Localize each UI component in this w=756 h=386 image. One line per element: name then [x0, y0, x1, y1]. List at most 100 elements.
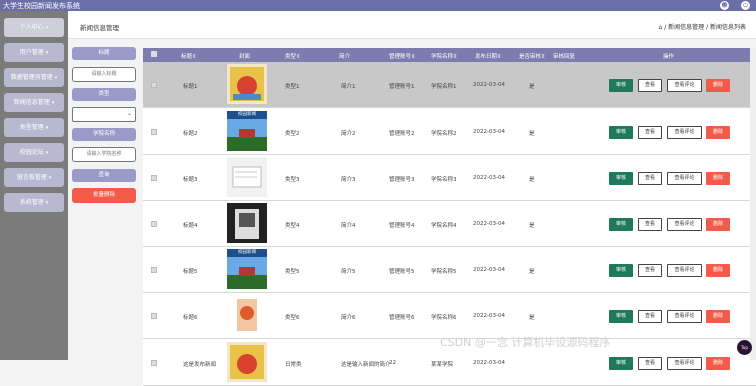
sidebar-item-personal-center[interactable]: 个人中心 ▾: [4, 18, 64, 37]
table-row[interactable]: 标题1 类型1 简介1 管理账号1 学院名称1 2022-03-04 是 审核 查看 查看评论 删除: [143, 62, 756, 108]
view-button[interactable]: 查看: [638, 218, 662, 231]
page-title: 新闻信息管理: [80, 24, 119, 32]
page-header: 新闻信息管理 ⌂ / 新闻信息管理 / 新闻信息列表: [68, 11, 756, 39]
cell-college: 学院名称2: [431, 131, 457, 137]
chevron-down-icon: ▾: [54, 75, 58, 81]
breadcrumb-text[interactable]: / 新闻信息管理 / 新闻信息列表: [664, 24, 746, 31]
audit-button[interactable]: 审核: [609, 218, 633, 231]
cell-college: 学院名称3: [431, 177, 457, 183]
cell-date: 2022-03-04: [473, 175, 505, 181]
cell-date: 2022-03-04: [473, 267, 505, 273]
top-bar: 大学生校园新闻发布系统 ☻ ⏻: [0, 0, 756, 11]
delete-button[interactable]: 删除: [706, 126, 730, 139]
delete-button[interactable]: 删除: [706, 172, 730, 185]
delete-button[interactable]: 删除: [706, 357, 730, 370]
sidebar-item-label: 数据管理员管理: [10, 74, 53, 81]
audit-button[interactable]: 审核: [609, 172, 633, 185]
cell-title: 标题1: [183, 84, 198, 90]
watermark: CSDN @一念 计算机毕设源码程序: [440, 336, 611, 349]
batch-delete-button[interactable]: 批量删除: [72, 188, 136, 203]
row-checkbox[interactable]: [151, 267, 157, 273]
sidebar-item-type-management[interactable]: 类型管理 ▾: [4, 118, 64, 137]
back-to-top-button[interactable]: Top: [737, 340, 752, 355]
cell-intro: 简介3: [341, 177, 356, 183]
row-checkbox[interactable]: [151, 313, 157, 319]
view-button[interactable]: 查看: [638, 172, 662, 185]
col-title[interactable]: 标题⇕: [181, 52, 197, 60]
college-label: 学院名称: [72, 128, 136, 141]
view-comments-button[interactable]: 查看评论: [667, 310, 702, 323]
table-row[interactable]: 标题6 类型6 简介6 管理账号6 学院名称6 2022-03-04 是 审核 查看 查看评论 删除: [143, 293, 756, 339]
view-comments-button[interactable]: 查看评论: [667, 126, 702, 139]
sidebar: 个人中心 ▾ 用户管理 ▾ 数据管理员管理 ▾ 新闻信息管理 ▾ 类型管理 ▾ 校园论坛 ▾…: [0, 11, 68, 360]
audit-button[interactable]: 审核: [609, 310, 633, 323]
sidebar-item-user-management[interactable]: 用户管理 ▾: [4, 43, 64, 62]
cell-type: 类型1: [285, 84, 300, 90]
view-comments-button[interactable]: 查看评论: [667, 357, 702, 370]
title-input[interactable]: 请输入标题: [72, 67, 136, 82]
col-college[interactable]: 学院名称⇕: [431, 52, 458, 60]
cell-audited: 是: [529, 269, 535, 275]
view-comments-button[interactable]: 查看评论: [667, 79, 702, 92]
cell-title: 标题3: [183, 177, 198, 183]
table-header: 标题⇕ 封面 类型⇕ 简介 管理账号⇕ 学院名称⇕ 发布日期⇕ 是否审核⇕ 审核…: [143, 48, 756, 62]
col-type[interactable]: 类型⇕: [285, 52, 301, 60]
view-comments-button[interactable]: 查看评论: [667, 264, 702, 277]
cell-account: 管理账号3: [389, 177, 415, 183]
col-account[interactable]: 管理账号⇕: [389, 52, 416, 60]
table-row[interactable]: 校园新闻 标题2 类型2 简介2 管理账号2 学院名称2 2022-03-04 是 审核 查看 查看…: [143, 109, 756, 155]
audit-button[interactable]: 审核: [609, 126, 633, 139]
cell-account: 管理账号5: [389, 269, 415, 275]
table-row[interactable]: 标题4 类型4 简介4 管理账号4 学院名称4 2022-03-04 是 审核 查看 查看评论 删除: [143, 201, 756, 247]
view-button[interactable]: 查看: [638, 79, 662, 92]
cell-audited: 是: [529, 131, 535, 137]
sidebar-item-forum[interactable]: 校园论坛 ▾: [4, 143, 64, 162]
view-button[interactable]: 查看: [638, 310, 662, 323]
row-checkbox[interactable]: [151, 221, 157, 227]
scrollbar[interactable]: [750, 48, 756, 360]
sidebar-item-news-management[interactable]: 新闻信息管理 ▾: [4, 93, 64, 112]
college-input[interactable]: 请输入学院名称: [72, 147, 136, 162]
logout-icon[interactable]: ⏻: [741, 1, 750, 10]
col-reply: 审核回复: [553, 54, 576, 60]
app-title: 大学生校园新闻发布系统: [3, 2, 80, 10]
delete-button[interactable]: 删除: [706, 264, 730, 277]
type-select[interactable]: ⌄: [72, 107, 136, 122]
select-all-checkbox[interactable]: [151, 51, 157, 57]
view-button[interactable]: 查看: [638, 126, 662, 139]
sidebar-item-message-board[interactable]: 留言板管理 ▾: [4, 168, 64, 187]
audit-button[interactable]: 审核: [609, 79, 633, 92]
col-date[interactable]: 发布日期⇕: [475, 52, 502, 60]
cell-intro: 简介5: [341, 269, 356, 275]
cell-intro: 这是输入新闻的简介: [341, 362, 391, 368]
cell-audited: 是: [529, 84, 535, 90]
cell-college: 学院名称1: [431, 84, 457, 90]
cell-account: 管理账号6: [389, 315, 415, 321]
view-comments-button[interactable]: 查看评论: [667, 172, 702, 185]
cell-type: 类型4: [285, 223, 300, 229]
cell-account: 管理账号2: [389, 131, 415, 137]
col-audited[interactable]: 是否审核⇕: [519, 52, 546, 60]
audit-button[interactable]: 审核: [609, 264, 633, 277]
view-comments-button[interactable]: 查看评论: [667, 218, 702, 231]
view-button[interactable]: 查看: [638, 264, 662, 277]
delete-button[interactable]: 删除: [706, 79, 730, 92]
row-checkbox[interactable]: [151, 82, 157, 88]
search-button[interactable]: 查询: [72, 169, 136, 182]
user-icon[interactable]: ☻: [720, 1, 729, 10]
chevron-down-icon: ▾: [45, 200, 49, 206]
row-checkbox[interactable]: [151, 129, 157, 135]
view-button[interactable]: 查看: [638, 357, 662, 370]
table-row[interactable]: 校园新闻 标题5 类型5 简介5 管理账号5 学院名称5 2022-03-04 是 审核 查看 查看…: [143, 247, 756, 293]
audit-button[interactable]: 审核: [609, 357, 633, 370]
sidebar-item-system-management[interactable]: 系统管理 ▾: [4, 193, 64, 212]
delete-button[interactable]: 删除: [706, 218, 730, 231]
chevron-down-icon: ▾: [45, 25, 49, 31]
row-checkbox[interactable]: [151, 360, 157, 366]
sidebar-item-data-admin-management[interactable]: 数据管理员管理 ▾: [4, 68, 64, 87]
delete-button[interactable]: 删除: [706, 310, 730, 323]
row-checkbox[interactable]: [151, 175, 157, 181]
cell-date: 2022-03-04: [473, 129, 505, 135]
table-row[interactable]: 标题3 类型3 简介3 管理账号3 学院名称3 2022-03-04 是 审核 查看 查看评论 删除: [143, 155, 756, 201]
sidebar-item-label: 系统管理: [19, 199, 44, 206]
